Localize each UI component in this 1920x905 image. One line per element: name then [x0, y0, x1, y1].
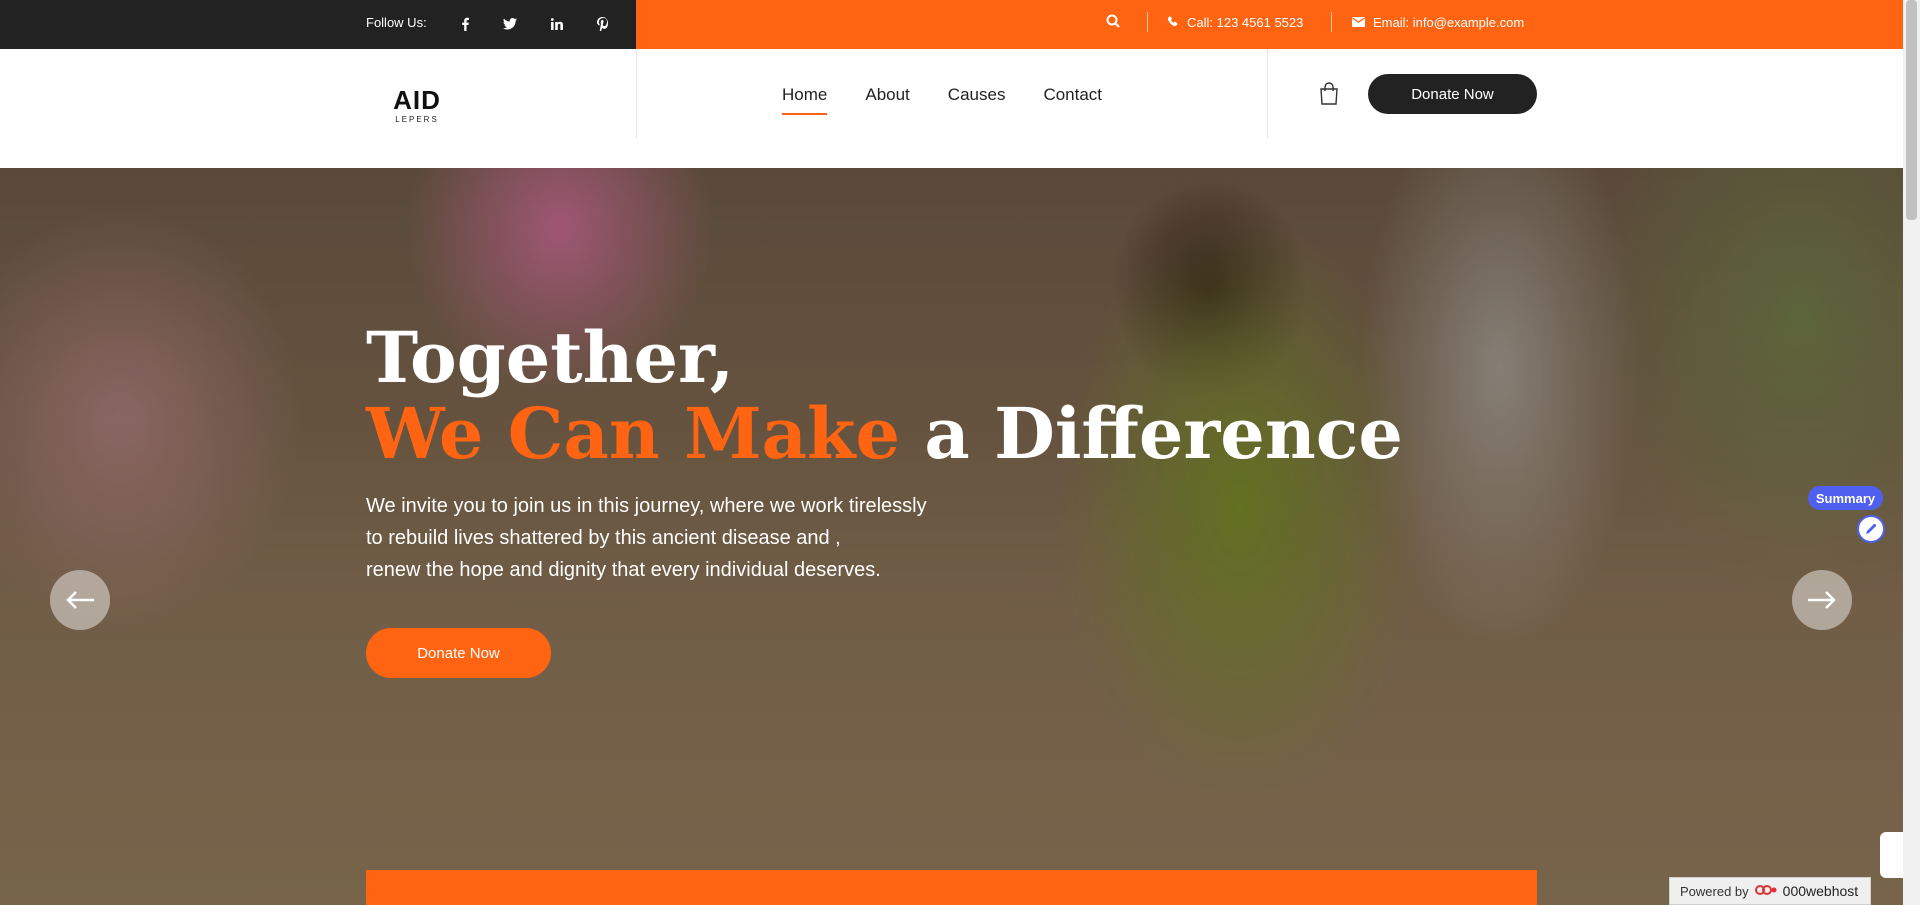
- powered-by-brand: 000webhost: [1782, 883, 1859, 899]
- phone-contact[interactable]: Call: 123 4561 5523: [1167, 15, 1304, 30]
- top-bar-social-section: Follow Us:: [0, 0, 636, 49]
- divider: [1147, 12, 1148, 32]
- summary-assistant-icon[interactable]: [1857, 515, 1885, 543]
- hero-headline: Together, We Can Make a Difference: [366, 320, 1403, 472]
- divider: [1331, 12, 1332, 32]
- logo-main-text: AID: [393, 85, 441, 115]
- page-scrollbar[interactable]: [1903, 0, 1920, 905]
- facebook-icon[interactable]: [455, 14, 475, 34]
- header-divider: [1267, 49, 1268, 139]
- twitter-icon[interactable]: [500, 14, 520, 34]
- email-contact[interactable]: Email: info@example.com: [1352, 15, 1524, 30]
- nav-item-contact[interactable]: Contact: [1043, 85, 1102, 115]
- shopping-bag-icon[interactable]: [1318, 82, 1340, 106]
- linkedin-icon[interactable]: [547, 14, 567, 34]
- slider-prev-arrow-icon[interactable]: [50, 570, 110, 630]
- side-widget-tab[interactable]: [1880, 832, 1903, 878]
- summary-button[interactable]: Summary: [1808, 486, 1883, 510]
- headline-accent: We Can Make: [366, 392, 901, 475]
- envelope-icon: [1352, 15, 1365, 30]
- top-bar: Follow Us: Call: 123 4561 5523 Email: in…: [0, 0, 1903, 49]
- hero-donate-now-button[interactable]: Donate Now: [366, 628, 551, 678]
- hero-lead-text: We invite you to join us in this journey…: [366, 490, 1026, 586]
- lead-line: to rebuild lives shattered by this ancie…: [366, 527, 841, 549]
- content-band: [366, 870, 1537, 905]
- follow-us-label: Follow Us:: [366, 15, 427, 30]
- phone-text: Call: 123 4561 5523: [1187, 15, 1304, 30]
- hosting-badge[interactable]: Powered by 000webhost: [1669, 877, 1871, 905]
- pinterest-icon[interactable]: [592, 14, 612, 34]
- top-bar-contact-section: Call: 123 4561 5523 Email: info@example.…: [636, 0, 1903, 49]
- search-icon[interactable]: [1106, 14, 1126, 34]
- logo-sub-text: LEPERS: [395, 115, 439, 124]
- main-header: AID LEPERS Home About Causes Contact Don…: [0, 49, 1903, 168]
- scrollbar-thumb[interactable]: [1906, 0, 1917, 220]
- site-logo[interactable]: AID LEPERS: [382, 87, 452, 124]
- webhost-logo-icon: [1754, 883, 1777, 900]
- nav-item-causes[interactable]: Causes: [948, 85, 1006, 115]
- headline-line-1: Together,: [366, 316, 735, 399]
- phone-icon: [1167, 15, 1179, 30]
- nav-item-about[interactable]: About: [865, 85, 909, 115]
- main-nav: Home About Causes Contact: [782, 85, 1102, 115]
- donate-now-button[interactable]: Donate Now: [1368, 74, 1537, 114]
- headline-line-2: We Can Make a Difference: [366, 396, 1403, 472]
- lead-line: renew the hope and dignity that every in…: [366, 559, 881, 581]
- slider-next-arrow-icon[interactable]: [1792, 570, 1852, 630]
- headline-rest: a Difference: [924, 392, 1403, 475]
- lead-line: We invite you to join us in this journey…: [366, 495, 927, 517]
- header-divider: [636, 49, 637, 139]
- powered-by-label: Powered by: [1680, 883, 1749, 899]
- nav-item-home[interactable]: Home: [782, 85, 828, 115]
- email-text: Email: info@example.com: [1373, 15, 1525, 30]
